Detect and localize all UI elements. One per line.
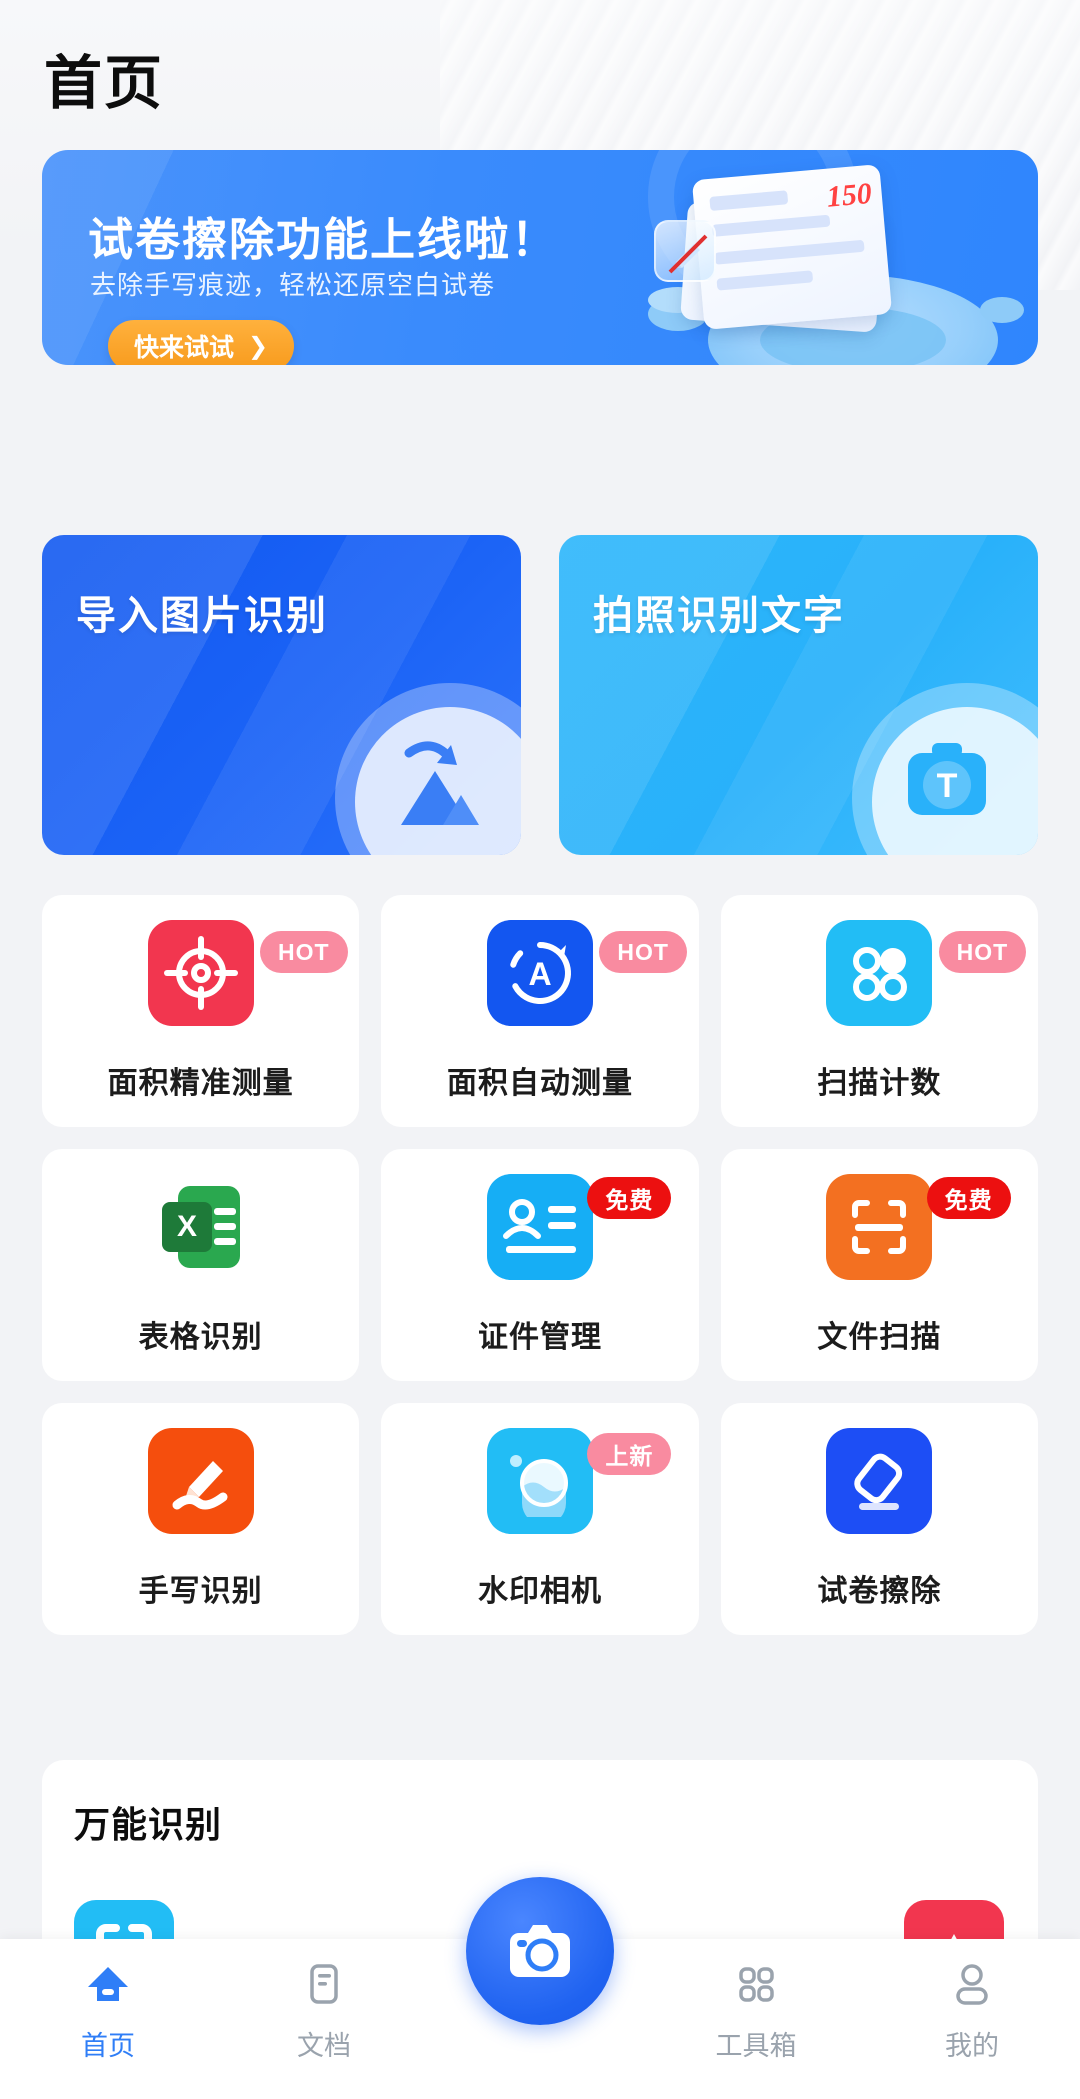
chevron-right-icon: ❯ [248, 332, 269, 360]
import-image-recognition-card[interactable]: 导入图片识别 [42, 535, 521, 855]
crosshair-target-icon [147, 920, 254, 1026]
exam-paper-front: 150 [691, 164, 893, 330]
doc-icon [301, 1961, 347, 2012]
banner-cta-label: 快来试试 [134, 334, 235, 362]
feature-label: 文件扫描 [817, 1321, 942, 1354]
feature-label: 表格识别 [138, 1321, 263, 1354]
handwriting-pen-icon [147, 1428, 254, 1534]
nav-item-toolbox[interactable]: 工具箱 [648, 1939, 864, 2099]
feature-grid: HOT 面积精准测量 HOT A 面积自动测量 HOT 扫描计数 X 表格识别 … [42, 895, 1038, 1635]
feature-tile-table-recognition[interactable]: X 表格识别 [42, 1149, 360, 1381]
status-badge-hot: HOT [599, 931, 687, 973]
feature-label: 扫描计数 [817, 1067, 942, 1100]
photo-text-recognition-card[interactable]: 拍照识别文字 T [559, 535, 1038, 855]
image-import-icon [365, 723, 491, 833]
primary-action-cards: 导入图片识别 拍照识别文字 T [42, 535, 1038, 855]
page-title: 首页 [44, 51, 165, 116]
nav-item-home[interactable]: 首页 [0, 1939, 216, 2099]
feature-tile-area-auto[interactable]: HOT A 面积自动测量 [381, 895, 699, 1127]
no-pen-icon [654, 220, 716, 282]
nav-label-toolbox: 工具箱 [715, 2031, 797, 2061]
svg-text:T: T [937, 767, 958, 805]
grid-icon [733, 1961, 779, 2012]
banner-subtitle: 去除手写痕迹，轻松还原空白试卷 [90, 270, 496, 300]
feature-label: 面积自动测量 [446, 1067, 633, 1100]
feature-tile-exam-eraser[interactable]: 试卷擦除 [720, 1403, 1038, 1635]
watermark-camera-icon [486, 1428, 593, 1534]
id-card-icon [486, 1174, 593, 1280]
status-badge-free: 免费 [587, 1177, 672, 1219]
feature-tile-handwriting[interactable]: 手写识别 [42, 1403, 360, 1635]
banner-illustration: 150 [618, 150, 1038, 365]
banner-title: 试卷擦除功能上线啦！ [88, 214, 559, 265]
document-scan-icon [826, 1174, 933, 1280]
feature-label: 水印相机 [477, 1575, 602, 1608]
feature-label: 证件管理 [477, 1321, 602, 1354]
feature-label: 面积精准测量 [107, 1067, 294, 1100]
status-badge-hot: HOT [260, 931, 348, 973]
eraser-icon [826, 1428, 933, 1534]
excel-sheet-icon: X [148, 1174, 254, 1280]
feature-label: 试卷擦除 [817, 1575, 942, 1608]
camera-icon [498, 1907, 582, 1996]
paper-score: 150 [825, 176, 874, 214]
status-badge-free: 免费 [926, 1177, 1011, 1219]
svg-text:X: X [177, 1210, 197, 1243]
person-icon [949, 1961, 995, 2012]
svg-text:A: A [528, 956, 551, 992]
photo-text-card-label: 拍照识别文字 [593, 594, 845, 638]
nav-label-docs: 文档 [297, 2031, 351, 2061]
nav-item-profile[interactable]: 我的 [864, 1939, 1080, 2099]
status-badge-new: 上新 [587, 1433, 672, 1475]
section-title: 万能识别 [74, 1804, 223, 1845]
app-screen: 首页 150 试卷擦除功能上线啦！ 去除手写痕迹，轻松还原空白试卷 快来试试 ❯… [0, 0, 1080, 2099]
camera-fab-button[interactable] [466, 1877, 614, 2025]
nav-label-home: 首页 [81, 2031, 135, 2061]
nav-item-docs[interactable]: 文档 [216, 1939, 432, 2099]
promo-banner[interactable]: 150 试卷擦除功能上线啦！ 去除手写痕迹，轻松还原空白试卷 快来试试 ❯ [42, 150, 1038, 365]
import-image-card-label: 导入图片识别 [76, 594, 328, 638]
auto-a-circle-icon: A [486, 920, 593, 1026]
feature-tile-scan-count[interactable]: HOT 扫描计数 [720, 895, 1038, 1127]
home-icon [85, 1961, 131, 2012]
four-dots-count-icon [826, 920, 933, 1026]
feature-tile-document-scan[interactable]: 免费 文件扫描 [720, 1149, 1038, 1381]
puck-decor-right [980, 297, 1024, 323]
feature-tile-watermark-camera[interactable]: 上新 水印相机 [381, 1403, 699, 1635]
feature-label: 手写识别 [138, 1575, 263, 1608]
feature-tile-id-management[interactable]: 免费 证件管理 [381, 1149, 699, 1381]
banner-cta-button[interactable]: 快来试试 ❯ [108, 320, 295, 365]
feature-tile-area-precise[interactable]: HOT 面积精准测量 [42, 895, 360, 1127]
status-badge-hot: HOT [938, 931, 1027, 973]
camera-text-icon: T [882, 723, 1008, 833]
nav-label-profile: 我的 [945, 2031, 999, 2061]
